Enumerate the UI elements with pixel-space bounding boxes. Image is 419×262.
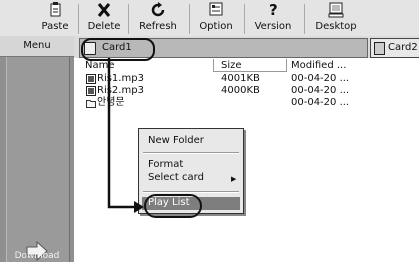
desktop-icon — [327, 2, 345, 20]
menu-item-format[interactable]: Format — [148, 159, 183, 170]
toolbar-divider — [189, 4, 190, 34]
delete-icon — [95, 2, 113, 20]
music-file-icon — [86, 86, 96, 96]
menu-item-new-folder[interactable]: New Folder — [148, 135, 204, 146]
svg-text:?: ? — [269, 2, 278, 19]
paste-icon — [46, 2, 64, 20]
toolbar-divider — [244, 4, 245, 34]
delete-button[interactable]: Delete — [86, 0, 122, 36]
toolbar-divider — [128, 4, 129, 34]
option-icon — [207, 2, 225, 20]
refresh-icon — [149, 2, 167, 20]
file-row[interactable]: Ris1.mp3 4001KB 00-04-20 ... — [85, 73, 419, 85]
card1-highlight-ring — [81, 38, 155, 61]
menu-separator — [143, 191, 239, 193]
version-button[interactable]: ? Version — [248, 0, 298, 36]
desktop-button[interactable]: Desktop — [310, 0, 362, 36]
file-row[interactable]: 안녕문 00-04-20 ... — [85, 97, 419, 109]
refresh-button[interactable]: Refresh — [133, 0, 183, 36]
folder-icon — [86, 100, 96, 108]
download-label[interactable]: Download — [0, 251, 74, 261]
paste-button[interactable]: Paste — [36, 0, 74, 36]
sidebar-panel — [6, 57, 70, 262]
menu-item-select-card[interactable]: Select card — [148, 172, 204, 183]
sidebar: Menu — [0, 36, 74, 262]
file-list-header: Name Size Modified ... — [85, 59, 419, 72]
toolbar-divider — [78, 4, 79, 34]
submenu-arrow-icon: ▶ — [231, 175, 237, 183]
menu-separator — [143, 152, 239, 154]
play-list-highlight-ring — [144, 194, 202, 218]
music-file-icon — [86, 74, 96, 84]
sidebar-menu-header[interactable]: Menu — [0, 36, 74, 57]
option-button[interactable]: Option — [194, 0, 238, 36]
toolbar-divider — [304, 4, 305, 34]
memory-card-icon — [374, 42, 385, 55]
tab-card2[interactable]: Card2 — [370, 38, 419, 58]
file-row[interactable]: Ris2.mp3 4000KB 00-04-20 ... — [85, 85, 419, 97]
column-size[interactable]: Size — [221, 59, 242, 72]
question-icon: ? — [264, 1, 282, 20]
toolbar: Paste Delete Refresh Option ? Version De… — [0, 0, 419, 36]
column-modified[interactable]: Modified ... — [291, 59, 346, 72]
column-name[interactable]: Name — [85, 59, 115, 72]
